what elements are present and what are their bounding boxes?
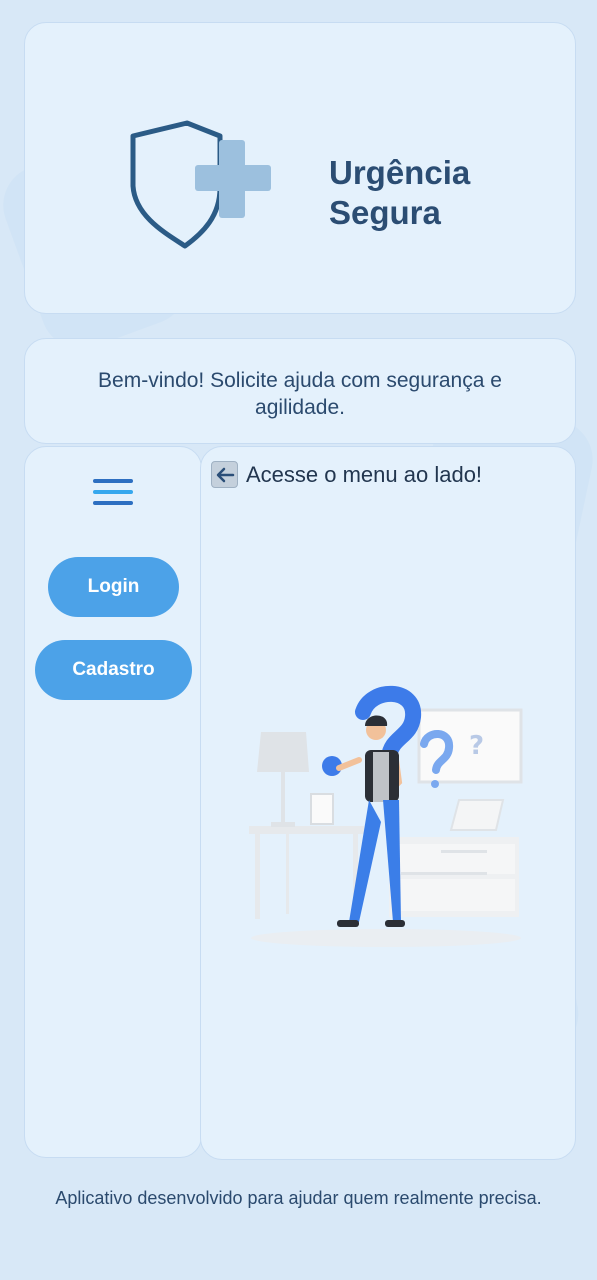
hamburger-menu-icon[interactable] bbox=[93, 479, 133, 509]
sidebar: Login Cadastro bbox=[24, 446, 202, 1158]
left-arrow-icon bbox=[211, 461, 238, 488]
confused-person-illustration: ? bbox=[241, 682, 531, 967]
hint-text: Acesse o menu ao lado! bbox=[246, 461, 483, 487]
signup-button[interactable]: Cadastro bbox=[35, 640, 192, 700]
footer-text: Aplicativo desenvolvido para ajudar quem… bbox=[55, 1188, 542, 1208]
menu-hint: Acesse o menu ao lado! bbox=[211, 461, 482, 488]
welcome-card: Bem-vindo! Solicite ajuda com segurança … bbox=[24, 338, 576, 444]
header-card: Urgência Segura bbox=[24, 22, 576, 314]
app-title: Urgência Segura bbox=[329, 154, 471, 231]
login-button[interactable]: Login bbox=[48, 557, 179, 617]
shield-plus-icon bbox=[125, 118, 275, 258]
svg-text:?: ? bbox=[469, 731, 484, 761]
main-panel: Acesse o menu ao lado! ? bbox=[200, 446, 576, 1160]
welcome-message: Bem-vindo! Solicite ajuda com segurança … bbox=[98, 369, 502, 419]
